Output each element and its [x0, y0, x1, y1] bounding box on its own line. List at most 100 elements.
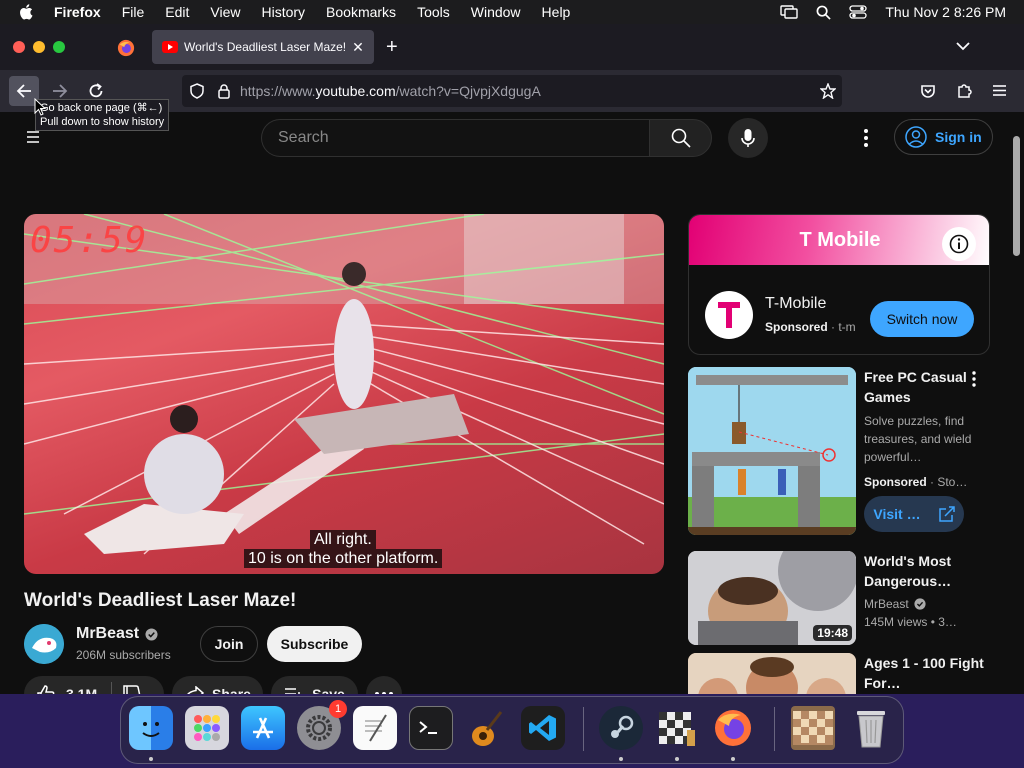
sign-in-label: Sign in	[935, 129, 982, 145]
rec-sponsored-label: Sponsored	[864, 475, 927, 489]
screen-mirroring-icon[interactable]	[780, 5, 799, 19]
tmobile-logo[interactable]	[705, 291, 753, 339]
menu-window[interactable]: Window	[471, 4, 521, 20]
dock-chess[interactable]	[655, 706, 699, 750]
switch-now-button[interactable]: Switch now	[870, 301, 974, 337]
list-all-tabs-chevron-icon[interactable]	[956, 41, 970, 51]
rec-channel[interactable]: MrBeast	[864, 595, 909, 613]
menubar-clock[interactable]: Thu Nov 2 8:26 PM	[885, 4, 1006, 20]
more-actions-button[interactable]	[366, 676, 402, 694]
window-close-button[interactable]	[13, 41, 25, 53]
tracking-protection-shield-icon[interactable]	[190, 83, 204, 99]
dock-garageband[interactable]	[465, 706, 509, 750]
page-vertical-scrollbar[interactable]	[1013, 136, 1020, 256]
thumbs-down-icon[interactable]	[122, 684, 142, 694]
search-input[interactable]: Search	[261, 119, 649, 157]
tab-youtube-video[interactable]: World's Deadliest Laser Maze! - ✕	[152, 30, 374, 64]
save-label: Save	[312, 686, 345, 694]
rec-title[interactable]: Ages 1 - 100 Fight For…	[864, 653, 984, 693]
macos-dock: 1	[120, 696, 904, 764]
rec-thumbnail-ages[interactable]	[688, 653, 856, 694]
recommendation-video-dangerous[interactable]: 19:48 World's Most Dangerous… MrBeast 14…	[688, 551, 1008, 647]
apple-logo-icon[interactable]	[18, 3, 36, 21]
rec-title[interactable]: World's Most Dangerous…	[864, 551, 984, 591]
dock-firefox[interactable]	[711, 706, 755, 750]
bookmark-star-icon[interactable]	[820, 83, 836, 99]
save-button[interactable]: Save	[271, 676, 358, 694]
menu-edit[interactable]: Edit	[165, 4, 189, 20]
dock-terminal[interactable]	[409, 706, 453, 750]
dock-app-store[interactable]	[241, 706, 285, 750]
finder-face-icon	[142, 722, 160, 737]
search-button[interactable]	[649, 119, 712, 157]
dock-textedit[interactable]	[353, 706, 397, 750]
visit-button[interactable]: Visit …	[864, 496, 964, 532]
guide-menu-icon[interactable]	[27, 131, 39, 143]
video-title: World's Deadliest Laser Maze!	[24, 590, 297, 611]
reload-icon	[89, 83, 103, 98]
sign-in-button[interactable]: Sign in	[894, 119, 993, 155]
rec-more-icon[interactable]	[972, 371, 976, 387]
external-link-icon	[938, 506, 955, 522]
menu-app-firefox[interactable]: Firefox	[54, 4, 101, 20]
search-icon	[671, 128, 691, 148]
rec-title[interactable]: Free PC Casual Games	[864, 367, 984, 407]
dock-chess-window-thumbnail[interactable]	[791, 706, 835, 750]
new-tab-icon[interactable]: +	[386, 36, 398, 59]
menu-file[interactable]: File	[122, 4, 145, 20]
hamburger-menu-icon[interactable]	[992, 84, 1007, 97]
firefox-logo-icon	[715, 710, 751, 746]
arrow-right-icon	[53, 84, 68, 98]
settings-more-button[interactable]	[856, 126, 876, 150]
share-button[interactable]: Share	[172, 676, 263, 694]
control-center-icon[interactable]	[849, 5, 868, 19]
menu-history[interactable]: History	[261, 4, 305, 20]
dock-system-settings[interactable]: 1	[297, 700, 347, 750]
menu-tools[interactable]: Tools	[417, 4, 450, 20]
menu-view[interactable]: View	[210, 4, 240, 20]
like-count[interactable]: 3.1M	[66, 686, 97, 694]
back-button-tooltip: Go back one page (⌘←) Pull down to show …	[35, 99, 170, 131]
window-minimize-button[interactable]	[33, 41, 45, 53]
menu-bookmarks[interactable]: Bookmarks	[326, 4, 396, 20]
ad-info-button[interactable]	[942, 227, 976, 261]
dock-finder[interactable]	[129, 706, 173, 750]
rec-source: Sto…	[937, 475, 968, 489]
url-host: youtube.com	[315, 83, 396, 99]
menu-help[interactable]: Help	[542, 4, 571, 20]
recommendation-sponsored-game[interactable]: Free PC Casual Games Solve puzzles, find…	[688, 367, 1008, 537]
subscribe-button[interactable]: Subscribe	[267, 626, 362, 662]
url-bar[interactable]: https://www. youtube.com/watch?v=QjvpjXdg…	[182, 75, 842, 107]
extensions-puzzle-icon[interactable]	[956, 82, 973, 99]
tmobile-t-logo-icon	[718, 302, 740, 328]
youtube-favicon-icon	[162, 41, 178, 53]
dock-launchpad[interactable]	[185, 706, 229, 750]
rec-thumbnail-game[interactable]	[688, 367, 856, 535]
join-button[interactable]: Join	[200, 626, 258, 662]
dock-running-dot	[149, 757, 153, 761]
video-player[interactable]: 05:59 All right. 10 is on the other plat…	[24, 214, 664, 574]
window-zoom-button[interactable]	[53, 41, 65, 53]
dock-vscode[interactable]	[521, 706, 565, 750]
spotlight-search-icon[interactable]	[816, 5, 832, 20]
recommendation-video-ages[interactable]: Ages 1 - 100 Fight For…	[688, 653, 1008, 694]
voice-search-button[interactable]	[728, 118, 768, 158]
tmobile-ad-card[interactable]: T Mobile T-Mobile Sponsored · t-m Switch…	[688, 214, 990, 355]
tab-close-icon[interactable]: ✕	[348, 39, 368, 56]
menubar-status-area: Thu Nov 2 8:26 PM	[780, 0, 1006, 24]
url-prefix: https://www.	[240, 83, 316, 99]
lock-icon[interactable]	[218, 83, 230, 99]
launchpad-grid-icon	[194, 715, 220, 741]
channel-name[interactable]: MrBeast	[76, 625, 158, 643]
channel-name-label: MrBeast	[76, 625, 140, 642]
dock-trash[interactable]	[849, 706, 893, 750]
channel-avatar[interactable]	[24, 624, 64, 664]
dock-steam[interactable]	[599, 706, 643, 750]
firefox-view-icon[interactable]	[117, 39, 135, 57]
thumbs-up-icon[interactable]	[36, 684, 56, 694]
laser-maze-timer: 05:59	[30, 220, 149, 261]
youtube-page: Search Sign in 05:59 All right. 10 is on…	[0, 112, 1024, 694]
rec-thumbnail-dangerous[interactable]: 19:48	[688, 551, 856, 645]
rec-channel-line: MrBeast	[864, 595, 926, 613]
pocket-icon[interactable]	[920, 83, 936, 99]
